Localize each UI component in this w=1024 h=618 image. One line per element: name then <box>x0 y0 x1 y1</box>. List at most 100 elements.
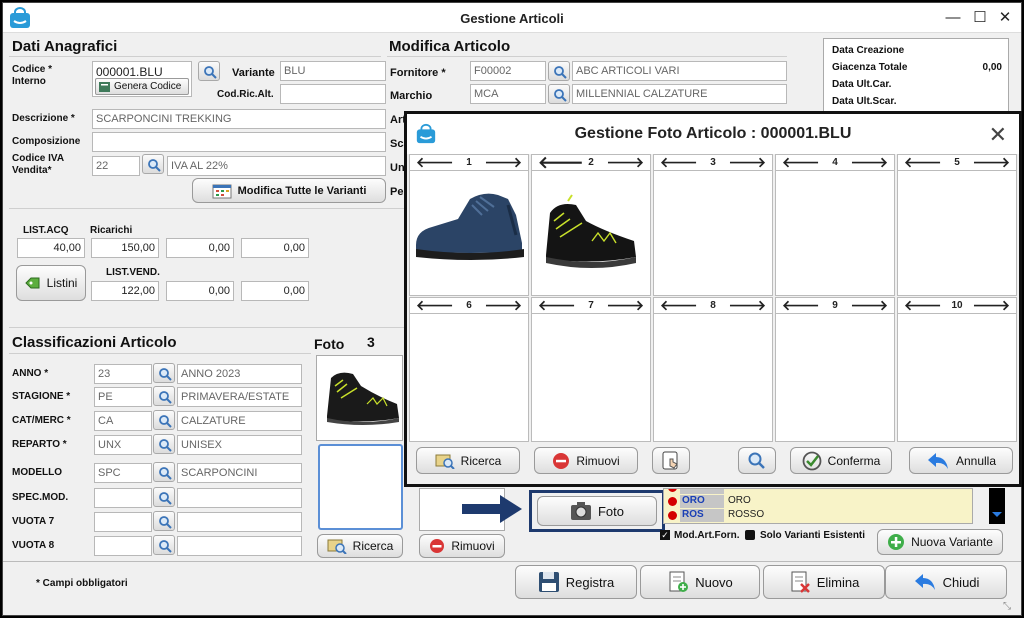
mod-art-forn-checkbox[interactable]: ✓ <box>660 530 670 540</box>
pointer-arrow-icon <box>462 495 522 523</box>
modal-zoom-button[interactable] <box>738 447 776 474</box>
cod-ric-alt-field[interactable] <box>280 84 386 104</box>
descrizione-field[interactable]: SCARPONCINI TREKKING <box>92 109 386 129</box>
class-search-button-7[interactable] <box>153 535 175 555</box>
foto-modal: Gestione Foto Articolo : 000001.BLU ✕ 🡐 … <box>404 111 1022 487</box>
modifica-varianti-label: Modifica Tutte le Varianti <box>237 184 367 197</box>
move-right-arrow-icon[interactable]: 🡒 <box>972 155 1010 170</box>
varianti-scrollbar[interactable] <box>989 488 1005 524</box>
move-right-arrow-icon[interactable]: 🡒 <box>972 298 1010 313</box>
class-label-6: VUOTA 7 <box>12 516 55 527</box>
variante-field[interactable]: BLU <box>280 61 386 81</box>
giacenza-totale-value: 0,00 <box>982 62 1002 73</box>
minimize-icon[interactable]: — <box>943 9 963 27</box>
document-icon <box>99 81 110 92</box>
search-codice-button[interactable] <box>198 61 220 81</box>
class-label-1: STAGIONE * <box>12 391 71 402</box>
move-right-arrow-icon[interactable]: 🡒 <box>484 298 522 313</box>
ricarico-2-field[interactable]: 0,00 <box>166 238 234 258</box>
solo-varianti-checkbox[interactable] <box>745 530 755 540</box>
class-desc-field-3: UNISEX <box>177 435 302 455</box>
search-marchio-button[interactable] <box>548 84 570 104</box>
maximize-icon[interactable]: ☐ <box>970 9 990 27</box>
modal-touch-button[interactable] <box>652 447 690 474</box>
foto-rimuovi-button[interactable]: Rimuovi <box>419 534 505 558</box>
move-right-arrow-icon[interactable]: 🡒 <box>606 155 644 170</box>
class-code-field-2[interactable]: CA <box>94 411 152 431</box>
list-acq-field[interactable]: 40,00 <box>17 238 85 258</box>
photo-slot-5[interactable]: 🡐 5 🡒 <box>897 154 1017 296</box>
photo-slot-3[interactable]: 🡐 3 🡒 <box>653 154 773 296</box>
scroll-down-icon[interactable] <box>992 512 1002 517</box>
varianti-list[interactable]: NER NERO ORO ORO ROS ROSSO <box>663 488 973 524</box>
class-search-button-1[interactable] <box>153 386 175 406</box>
class-search-button-5[interactable] <box>153 487 175 507</box>
class-search-button-0[interactable] <box>153 363 175 383</box>
foto-ricerca-button[interactable]: Ricerca <box>317 534 403 558</box>
move-right-arrow-icon[interactable]: 🡒 <box>728 298 766 313</box>
search-iva-button[interactable] <box>142 154 164 174</box>
list-vend-1-field[interactable]: 122,00 <box>91 281 159 301</box>
modal-annulla-button[interactable]: Annulla <box>909 447 1013 474</box>
class-code-field-7[interactable] <box>94 536 152 556</box>
class-code-field-1[interactable]: PE <box>94 387 152 407</box>
foto-thumb-1[interactable] <box>316 355 403 441</box>
class-code-field-5[interactable] <box>94 488 152 508</box>
ricarico-3-field[interactable]: 0,00 <box>241 238 309 258</box>
photo-slot-6[interactable]: 🡐 6 🡒 <box>409 297 529 442</box>
registra-button[interactable]: Registra <box>515 565 637 599</box>
marchio-code-field[interactable]: MCA <box>470 84 546 104</box>
search-fornitore-button[interactable] <box>548 61 570 81</box>
iva-code-field[interactable]: 22 <box>92 156 140 176</box>
class-search-button-6[interactable] <box>153 511 175 531</box>
photo-slot-8[interactable]: 🡐 8 🡒 <box>653 297 773 442</box>
resize-grip-icon[interactable]: ⤡ <box>1003 601 1011 612</box>
move-right-arrow-icon[interactable]: 🡒 <box>728 155 766 170</box>
nuovo-button[interactable]: Nuovo <box>640 565 760 599</box>
class-code-field-0[interactable]: 23 <box>94 364 152 384</box>
modal-close-icon[interactable]: ✕ <box>989 122 1007 148</box>
listini-button[interactable]: Listini <box>16 265 86 301</box>
foto-thumb-2[interactable] <box>318 444 403 530</box>
list-vend-3-field[interactable]: 0,00 <box>241 281 309 301</box>
modifica-articolo-title: Modifica Articolo <box>389 38 511 55</box>
photo-slot-9[interactable]: 🡐 9 🡒 <box>775 297 895 442</box>
class-search-button-2[interactable] <box>153 410 175 430</box>
nuova-variante-button[interactable]: Nuova Variante <box>877 529 1003 555</box>
genera-codice-button[interactable]: Genera Codice <box>95 78 189 95</box>
photo-slot-1[interactable]: 🡐 1 🡒 <box>409 154 529 296</box>
foto-button[interactable]: Foto <box>537 496 657 526</box>
close-icon[interactable]: ✕ <box>995 9 1015 27</box>
class-code-field-3[interactable]: UNX <box>94 435 152 455</box>
move-right-arrow-icon[interactable]: 🡒 <box>484 155 522 170</box>
photo-slot-4[interactable]: 🡐 4 🡒 <box>775 154 895 296</box>
photo-slot-7[interactable]: 🡐 7 🡒 <box>531 297 651 442</box>
modifica-varianti-button[interactable]: Modifica Tutte le Varianti <box>192 178 386 203</box>
move-right-arrow-icon[interactable]: 🡒 <box>606 298 644 313</box>
modal-conferma-button[interactable]: Conferma <box>790 447 892 474</box>
class-code-field-6[interactable] <box>94 512 152 532</box>
modal-ricerca-button[interactable]: Ricerca <box>416 447 520 474</box>
class-code-field-4[interactable]: SPC <box>94 463 152 483</box>
move-right-arrow-icon[interactable]: 🡒 <box>850 298 888 313</box>
variant-dot-icon <box>668 497 677 506</box>
photo-slot-2[interactable]: 🡐 2 🡒 <box>531 154 651 296</box>
class-desc-field-1: PRIMAVERA/ESTATE <box>177 387 302 407</box>
fornitore-code-field[interactable]: F00002 <box>470 61 546 81</box>
delete-document-icon <box>791 571 810 593</box>
ricarico-1-field[interactable]: 150,00 <box>91 238 159 258</box>
price-tag-icon <box>24 277 40 289</box>
elimina-button[interactable]: Elimina <box>763 565 885 599</box>
class-search-button-3[interactable] <box>153 434 175 454</box>
photo-slot-10[interactable]: 🡐 10 🡒 <box>897 297 1017 442</box>
chiudi-button[interactable]: Chiudi <box>885 565 1007 599</box>
selected-photo-frame[interactable] <box>534 173 648 297</box>
search-icon <box>159 492 172 505</box>
class-desc-field-4: SCARPONCINI <box>177 463 302 483</box>
move-right-arrow-icon[interactable]: 🡒 <box>850 155 888 170</box>
class-search-button-4[interactable] <box>153 462 175 482</box>
modal-rimuovi-button[interactable]: Rimuovi <box>534 447 638 474</box>
list-vend-2-field[interactable]: 0,00 <box>166 281 234 301</box>
modal-rimuovi-label: Rimuovi <box>576 453 620 468</box>
composizione-field[interactable] <box>92 132 386 152</box>
